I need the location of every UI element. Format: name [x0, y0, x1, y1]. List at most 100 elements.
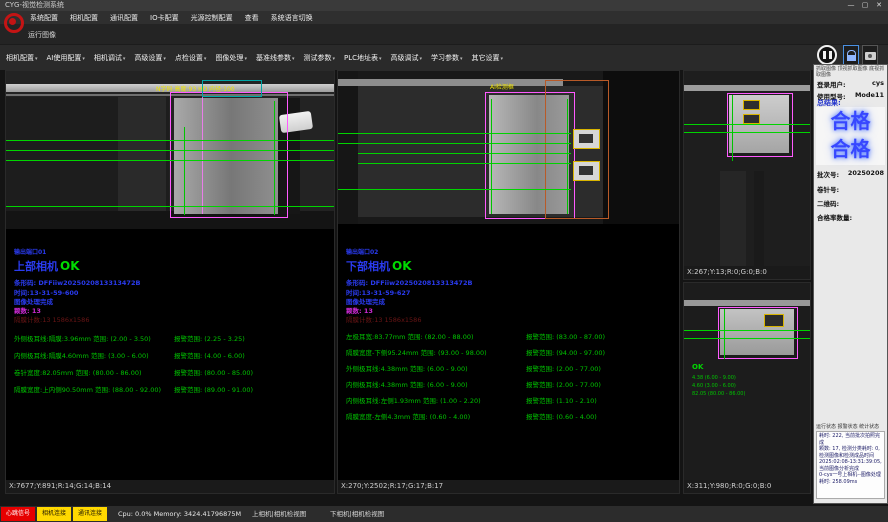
measurement-row: 内侧极耳线:左侧1.93mm 范围: (1.00 - 2.20)报警范围: (1… — [346, 395, 677, 405]
tab-11[interactable]: 其它设置▾ — [472, 53, 504, 63]
menu-item-3[interactable]: IO卡配置 — [150, 13, 179, 23]
measure-line — [274, 101, 275, 215]
total-result-display: 合格 合格 — [816, 107, 885, 165]
app-logo-icon — [4, 13, 24, 33]
measure-line — [724, 309, 725, 359]
image-region — [338, 71, 358, 224]
measurement-row: 内侧极耳线:隔膜4.60mm 范围: (3.00 - 6.00) 报警范围: (4… — [14, 350, 332, 360]
tab-5[interactable]: 图像处理▾ — [215, 53, 247, 63]
camera-view-small-bottom[interactable]: OK 4.38 (6.00 - 9.00) 4.60 (3.00 - 6.00)… — [684, 283, 810, 481]
info-panel: 抓取图像 顶视抓取图像 底视抓取图像 登录用户: cys 使用型号: Mode1… — [813, 64, 888, 504]
needle-label: 卷针号: — [817, 184, 839, 194]
measurement-row: 内侧极耳线:4.38mm 范围: (6.00 - 9.00)报警范围: (2.0… — [346, 379, 677, 389]
cursor-coordinates: X:7677;Y:891;R:14;G:14;B:14 — [6, 480, 334, 493]
measure-line — [358, 153, 571, 154]
measurement-text: 内侧极耳线:隔膜4.60mm 范围: (3.00 - 6.00) — [14, 352, 149, 360]
lock-button[interactable] — [843, 45, 859, 66]
measurement-text: 82.05 (80.00 - 86.00) — [692, 391, 745, 397]
roi-box-pink — [718, 307, 798, 359]
title-bar: CYG-视觉检测系统 — ▢ ✕ — [0, 0, 888, 11]
camera-view-bottom[interactable]: AI检测框 — [338, 71, 679, 224]
stats-line: 0-cys一号上相机--图像处理耗时: 258.09ms — [819, 472, 882, 485]
menu-item-6[interactable]: 系统语言切换 — [271, 13, 313, 23]
chevron-down-icon: ▾ — [292, 56, 295, 62]
measure-line — [6, 140, 334, 141]
menu-item-2[interactable]: 通讯配置 — [110, 13, 138, 23]
pause-icon — [829, 51, 832, 59]
result-ok-badge: OK — [60, 259, 80, 273]
measure-line — [491, 99, 492, 214]
stats-line: 颗数: 17, 检测分类耗时: 0, 检测图像和检测成品时间 — [819, 446, 882, 459]
result-ok-badge: OK — [392, 259, 412, 273]
measure-line — [184, 127, 185, 215]
barcode-text: 条形码: DFFiiw2025020813313472B — [346, 277, 472, 287]
dim-count-text: 隔膜计数:13 1586x1586 — [346, 314, 421, 324]
pause-icon — [823, 51, 826, 59]
needle-row: 卷针号: — [814, 184, 887, 194]
menu-item-5[interactable]: 查看 — [245, 13, 259, 23]
tab-4[interactable]: 点检设置▾ — [175, 53, 207, 63]
tab-2[interactable]: 相机调试▾ — [94, 53, 126, 63]
tab-8[interactable]: PLC地址表▾ — [344, 53, 382, 63]
measurement-text: 隔膜宽度-下侧95.24mm 范围: (93.00 - 98.00) — [346, 349, 487, 357]
roi-box-yellow — [764, 314, 784, 327]
chevron-down-icon: ▾ — [501, 56, 504, 62]
image-region — [684, 85, 810, 91]
maximize-button[interactable]: ▢ — [858, 0, 872, 11]
measure-line — [6, 160, 334, 161]
pause-button[interactable] — [817, 45, 837, 65]
image-region — [603, 71, 679, 224]
camera-result-title: 上部相机OK — [14, 255, 80, 274]
snapshot-button[interactable] — [862, 45, 878, 66]
cursor-coordinates: X:267;Y:13;R:0;G:0;B:0 — [684, 266, 810, 279]
camera-result-title: 下部相机OK — [346, 255, 412, 274]
cursor-coordinates: X:311;Y:980;R:0;G:0;B:0 — [684, 480, 810, 493]
tab-3[interactable]: 高级设置▾ — [134, 53, 166, 63]
camera-name: 下部相机 — [346, 260, 390, 273]
alarm-range-text: 报警范围: (2.00 - 77.00) — [526, 363, 601, 373]
menu-item-4[interactable]: 光源控制配置 — [191, 13, 233, 23]
minimize-button[interactable]: — — [844, 0, 858, 11]
alarm-range-text: 报警范围: (83.00 - 87.00) — [526, 331, 605, 341]
measure-line — [338, 189, 571, 190]
camera-view-small-top[interactable] — [684, 71, 810, 267]
camera-view-top[interactable]: N字码:高度:93 HD 内径:100 — [6, 71, 334, 229]
tab-10[interactable]: 学习参数▾ — [431, 53, 463, 63]
measure-line — [338, 143, 571, 144]
batch-label: 批次号: — [817, 169, 839, 179]
tab-7[interactable]: 测试参数▾ — [303, 53, 335, 63]
chevron-down-icon: ▾ — [82, 56, 85, 62]
tab-1[interactable]: AI使用配置▾ — [47, 53, 85, 63]
tab-0[interactable]: 相机配置▾ — [6, 53, 38, 63]
camera-connection-indicator: 相机连接 — [37, 507, 71, 521]
measure-line — [684, 132, 810, 133]
model-value: Mode11 — [855, 91, 884, 101]
close-button[interactable]: ✕ — [872, 0, 886, 11]
measurement-text: 内侧极耳线:4.38mm 范围: (6.00 - 9.00) — [346, 381, 468, 389]
camera-panel-small-bottom: OK 4.38 (6.00 - 9.00) 4.60 (3.00 - 6.00)… — [683, 282, 811, 494]
run-row: 运行图像 — [0, 24, 888, 44]
stats-tabs[interactable]: 运行状态 报警状态 统计状态 — [816, 423, 879, 430]
menu-item-0[interactable]: 系统配置 — [30, 13, 58, 23]
measurement-row: 隔膜宽度-下侧95.24mm 范围: (93.00 - 98.00)报警范围: … — [346, 347, 677, 357]
alarm-range-text: 报警范围: (0.60 - 4.00) — [526, 411, 597, 421]
roi-box-orange — [545, 80, 609, 219]
measure-line — [684, 124, 810, 125]
cursor-coordinates: X:270;Y:2502;R:17;G:17;B:17 — [338, 480, 679, 493]
alarm-range-text: 报警范围: (89.00 - 91.00) — [174, 384, 253, 394]
image-region — [684, 300, 810, 306]
result-text: 合格 — [816, 107, 885, 135]
stats-line: 2025:02:08-13:31:39:05, 当前图像分析完成 — [819, 459, 882, 472]
camera-panel-top: N字码:高度:93 HD 内径:100 输出端口01 上部相机OK 条形码: D… — [5, 70, 335, 494]
menu-item-1[interactable]: 相机配置 — [70, 13, 98, 23]
measurement-row: 卷针宽度:82.05mm 范围: (80.00 - 86.00)报警范围: (8… — [14, 367, 332, 377]
tab-9[interactable]: 高级调试▾ — [391, 53, 423, 63]
image-region — [338, 79, 563, 86]
image-region — [720, 171, 746, 267]
batch-row: 批次号: 20250208 — [814, 169, 887, 179]
grab-image-links[interactable]: 抓取图像 顶视抓取图像 底视抓取图像 — [816, 66, 886, 78]
alarm-range-text: 报警范围: (4.00 - 6.00) — [174, 350, 245, 360]
measure-line — [6, 150, 334, 151]
tab-6[interactable]: 基准线参数▾ — [256, 53, 295, 63]
measure-line — [358, 163, 571, 164]
